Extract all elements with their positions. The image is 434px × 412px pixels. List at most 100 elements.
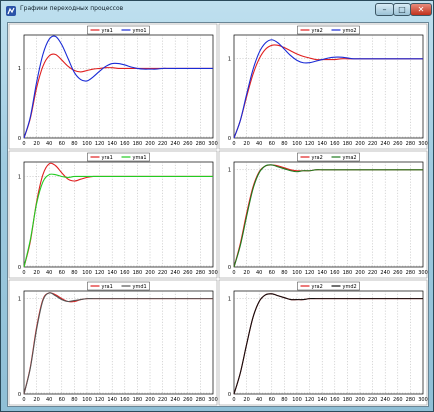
x-tick-label: 280 (196, 270, 206, 276)
close-button[interactable]: ✕ (410, 3, 432, 16)
x-tick-label: 300 (418, 397, 428, 403)
x-tick-label: 80 (71, 141, 77, 147)
x-tick-label: 100 (82, 270, 92, 276)
x-tick-label: 40 (256, 141, 262, 147)
chart-panel-1: 0 20 40 60 80 100 120 140 160 180 200 220 240 260 280 3… (8, 23, 218, 150)
x-tick-label: 120 (305, 397, 315, 403)
y-tick-label: 0 (18, 136, 21, 142)
x-tick-label: 180 (133, 397, 143, 403)
y-tick-label: 1 (18, 174, 21, 180)
x-tick-label: 80 (281, 270, 287, 276)
legend-label: yra1 (102, 155, 113, 161)
x-tick-label: 200 (355, 141, 365, 147)
legend-label: yra2 (312, 155, 323, 161)
x-tick-label: 260 (183, 270, 193, 276)
legend-label: ymo1 (133, 28, 147, 34)
x-tick-label: 140 (317, 397, 327, 403)
x-tick-label: 160 (120, 270, 130, 276)
legend-label: yra1 (102, 28, 113, 34)
x-tick-label: 40 (46, 397, 52, 403)
x-tick-label: 100 (82, 397, 92, 403)
x-tick-label: 80 (281, 397, 287, 403)
x-tick-label: 240 (380, 397, 390, 403)
x-tick-label: 80 (281, 141, 287, 147)
x-tick-label: 260 (393, 141, 403, 147)
plot-area (233, 34, 424, 139)
x-tick-label: 20 (243, 141, 249, 147)
x-tick-label: 200 (145, 270, 155, 276)
x-tick-label: 0 (232, 141, 235, 147)
legend-label: yma2 (343, 155, 357, 161)
charts-canvas: 0 20 40 60 80 100 120 140 160 180 200 220 240 260 280 3… (8, 23, 428, 406)
x-tick-label: 80 (71, 397, 77, 403)
x-tick-label: 180 (343, 397, 353, 403)
x-tick-label: 300 (208, 397, 218, 403)
x-tick-label: 220 (368, 397, 378, 403)
x-tick-label: 240 (380, 141, 390, 147)
legend-label: yra2 (312, 284, 323, 290)
title-bar[interactable]: Графики переходных процессов – □ ✕ (1, 1, 433, 21)
x-tick-label: 240 (380, 270, 390, 276)
app-icon (6, 6, 16, 16)
x-tick-label: 260 (183, 397, 193, 403)
legend-label: ymo2 (343, 28, 357, 34)
x-tick-label: 80 (71, 270, 77, 276)
x-tick-label: 180 (133, 141, 143, 147)
x-tick-label: 240 (170, 397, 180, 403)
x-tick-label: 120 (95, 397, 105, 403)
x-tick-label: 300 (418, 270, 428, 276)
plot-area (23, 34, 214, 139)
x-tick-label: 0 (22, 141, 25, 147)
x-tick-label: 0 (22, 397, 25, 403)
y-tick-label: 1 (18, 66, 21, 72)
x-tick-label: 60 (269, 397, 275, 403)
legend: yra2 ymo2 (297, 25, 360, 35)
y-tick-label: 1 (228, 57, 231, 63)
legend: yra1 ymo1 (87, 25, 150, 35)
legend-label: ymd2 (343, 284, 357, 290)
x-tick-label: 40 (46, 270, 52, 276)
x-tick-label: 200 (355, 397, 365, 403)
x-tick-label: 240 (170, 270, 180, 276)
x-tick-label: 120 (305, 270, 315, 276)
x-tick-label: 0 (232, 270, 235, 276)
y-tick-label: 0 (18, 265, 21, 271)
x-tick-label: 120 (95, 141, 105, 147)
x-tick-label: 280 (406, 397, 416, 403)
x-tick-label: 20 (243, 270, 249, 276)
legend: yra1 ymd1 (87, 281, 150, 291)
x-tick-label: 220 (158, 397, 168, 403)
x-tick-label: 60 (269, 141, 275, 147)
x-tick-label: 300 (208, 270, 218, 276)
x-tick-label: 160 (330, 397, 340, 403)
x-tick-label: 40 (256, 397, 262, 403)
x-tick-label: 180 (343, 270, 353, 276)
y-tick-label: 0 (228, 265, 231, 271)
x-tick-label: 160 (120, 141, 130, 147)
y-tick-label: 0 (18, 392, 21, 398)
y-tick-label: 1 (228, 296, 231, 302)
application-window: Графики переходных процессов – □ ✕ 0 20 40… (0, 0, 434, 412)
x-tick-label: 280 (406, 141, 416, 147)
x-tick-label: 40 (46, 141, 52, 147)
x-tick-label: 220 (158, 141, 168, 147)
plot-area (23, 290, 214, 395)
x-tick-label: 120 (305, 141, 315, 147)
window-title: Графики переходных процессов (20, 5, 124, 12)
plot-area (233, 290, 424, 395)
y-tick-label: 0 (228, 136, 231, 142)
x-tick-label: 20 (33, 141, 39, 147)
x-tick-label: 140 (107, 397, 117, 403)
legend-label: yra2 (312, 28, 323, 34)
x-tick-label: 0 (22, 270, 25, 276)
maximize-button[interactable]: □ (393, 3, 411, 16)
legend: yra1 yma1 (87, 152, 150, 162)
x-tick-label: 280 (406, 270, 416, 276)
x-tick-label: 100 (292, 141, 302, 147)
minimize-button[interactable]: – (375, 3, 394, 16)
x-tick-label: 100 (292, 397, 302, 403)
chart-panel-3: 0 20 40 60 80 100 120 140 160 180 200 220 240 260 280 3… (8, 150, 218, 279)
legend-label: ymd1 (133, 284, 147, 290)
x-tick-label: 220 (368, 270, 378, 276)
x-tick-label: 260 (393, 397, 403, 403)
